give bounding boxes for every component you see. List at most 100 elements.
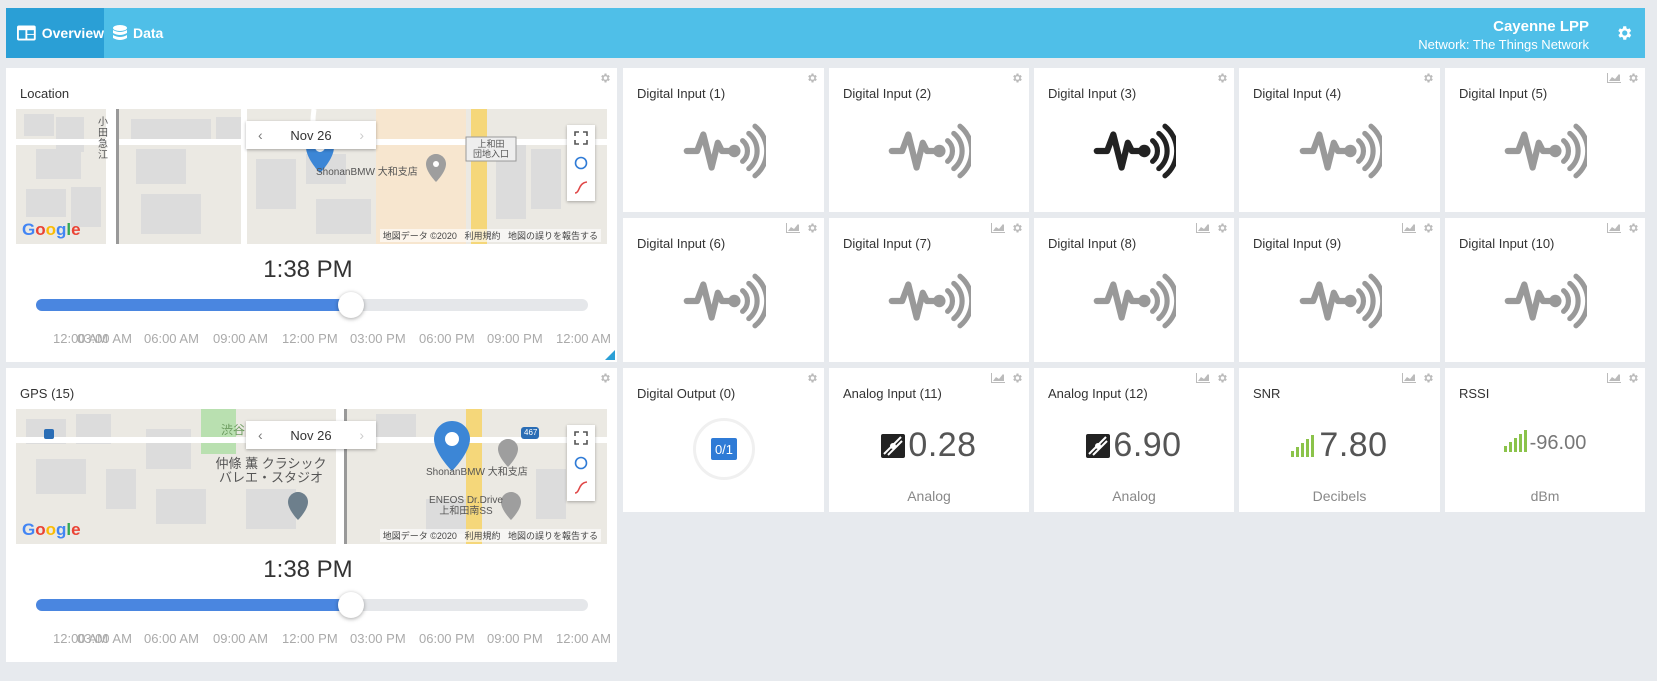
unit-label: Decibels [1312, 488, 1367, 504]
widget-gear-icon[interactable] [599, 372, 611, 384]
digital-output-widget[interactable]: Digital Output (0) 0/1 [623, 368, 824, 512]
report-link[interactable]: 地図の誤りを報告する [508, 531, 598, 541]
digital-input-widget[interactable]: Digital Input (8) [1034, 218, 1234, 362]
terms-link[interactable]: 利用規約 [464, 531, 500, 541]
fullscreen-icon[interactable] [574, 131, 588, 145]
widget-title: SNR [1253, 386, 1281, 401]
slider-fill [36, 299, 351, 311]
settings-gear-icon[interactable] [1615, 24, 1633, 42]
output-toggle[interactable]: 0/1 [693, 418, 755, 480]
analog-gauge-icon [881, 433, 906, 458]
digital-input-widget[interactable]: Digital Input (2) [829, 68, 1029, 212]
digital-input-widget[interactable]: Digital Input (1) [623, 68, 824, 212]
chart-icon[interactable] [991, 223, 1005, 233]
widget-gear-icon[interactable] [1422, 372, 1434, 384]
chart-icon[interactable] [1402, 373, 1416, 383]
time-slider[interactable] [36, 592, 588, 618]
widget-gear-icon[interactable] [1011, 72, 1023, 84]
widget-title: Digital Input (1) [637, 86, 726, 101]
map-attribution: 地図データ ©2020 利用規約 地図の誤りを報告する [379, 229, 601, 242]
digital-input-widget[interactable]: Digital Input (5) [1445, 68, 1645, 212]
date-label: Nov 26 [290, 127, 332, 143]
location-map[interactable]: ShonanBMW 大和支店 上和田 団地入口 小田急江 ‹ Nov 26 › … [16, 109, 607, 244]
chart-icon[interactable] [991, 373, 1005, 383]
rssi-value: -96.00 [1529, 432, 1587, 454]
unit-label: Analog [1112, 488, 1156, 504]
chart-icon[interactable] [1196, 373, 1210, 383]
map-attribution: 地図データ ©2020 利用規約 地図の誤りを報告する [379, 529, 601, 542]
chart-icon[interactable] [786, 223, 800, 233]
widget-gear-icon[interactable] [1011, 372, 1023, 384]
widget-gear-icon[interactable] [806, 222, 818, 234]
rssi-widget[interactable]: RSSI -96.00 dBm [1445, 368, 1645, 512]
widget-title: Analog Input (12) [1048, 386, 1148, 401]
widget-title: Digital Input (5) [1459, 86, 1548, 101]
widget-gear-icon[interactable] [1627, 72, 1639, 84]
widget-gear-icon[interactable] [1216, 222, 1228, 234]
path-tool-icon[interactable] [574, 480, 588, 494]
signal-wave-icon [1503, 270, 1587, 332]
unit-label: dBm [1530, 488, 1560, 504]
widget-gear-icon[interactable] [1216, 72, 1228, 84]
chevron-left-icon[interactable]: ‹ [258, 427, 263, 443]
widget-title: Digital Input (8) [1048, 236, 1137, 251]
slider-knob[interactable] [337, 592, 364, 618]
digital-input-widget[interactable]: Digital Input (3) [1034, 68, 1234, 212]
widget-gear-icon[interactable] [806, 72, 818, 84]
map-place-label: 上和田 団地入口 [472, 139, 509, 159]
date-label: Nov 26 [290, 427, 332, 443]
circle-tool-icon[interactable] [574, 156, 588, 170]
digital-input-widget[interactable]: Digital Input (9) [1239, 218, 1440, 362]
chevron-right-icon[interactable]: › [359, 427, 364, 443]
date-picker[interactable]: ‹ Nov 26 › [246, 421, 376, 449]
tab-overview[interactable]: Overview [6, 8, 104, 58]
signal-wave-icon [682, 120, 766, 182]
unit-label: Analog [907, 488, 951, 504]
analog-input-widget[interactable]: Analog Input (11) 0.28 Analog [829, 368, 1029, 512]
snr-widget[interactable]: SNR 7.80 Decibels [1239, 368, 1440, 512]
circle-tool-icon[interactable] [574, 456, 588, 470]
analog-input-widget[interactable]: Analog Input (12) 6.90 Analog [1034, 368, 1234, 512]
gps-map[interactable]: ShonanBMW 大和支店 仲條 薫 クラシック バレエ・スタジオ ENEOS… [16, 409, 607, 544]
digital-input-widget[interactable]: Digital Input (4) [1239, 68, 1440, 212]
resize-handle[interactable] [605, 350, 615, 360]
slider-knob[interactable] [337, 292, 364, 318]
brand-block: Cayenne LPP Network: The Things Network [1418, 18, 1589, 52]
widget-gear-icon[interactable] [1422, 222, 1434, 234]
map-tools [567, 125, 595, 201]
widget-title: Location [20, 86, 70, 101]
time-slider[interactable] [36, 292, 588, 318]
chevron-right-icon[interactable]: › [359, 127, 364, 143]
chart-icon[interactable] [1607, 223, 1621, 233]
widget-gear-icon[interactable] [1627, 372, 1639, 384]
map-place-label: ShonanBMW 大和支店 [426, 467, 528, 478]
widget-gear-icon[interactable] [806, 372, 818, 384]
map-place-label: ENEOS Dr.Drive 上和田南SS [429, 495, 503, 517]
chart-icon[interactable] [1607, 373, 1621, 383]
signal-wave-icon [682, 270, 766, 332]
widget-title: Digital Output (0) [637, 386, 736, 401]
digital-input-widget[interactable]: Digital Input (6) [623, 218, 824, 362]
chevron-left-icon[interactable]: ‹ [258, 127, 263, 143]
widget-gear-icon[interactable] [599, 72, 611, 84]
widget-gear-icon[interactable] [1216, 372, 1228, 384]
chart-icon[interactable] [1196, 223, 1210, 233]
widget-gear-icon[interactable] [1422, 72, 1434, 84]
widget-gear-icon[interactable] [1627, 222, 1639, 234]
widget-title: Digital Input (3) [1048, 86, 1137, 101]
tab-data[interactable]: Data [104, 8, 174, 58]
chart-icon[interactable] [1607, 73, 1621, 83]
signal-wave-icon [1503, 120, 1587, 182]
fullscreen-icon[interactable] [574, 431, 588, 445]
path-tool-icon[interactable] [574, 180, 588, 194]
widget-gear-icon[interactable] [1011, 222, 1023, 234]
chart-icon[interactable] [1402, 223, 1416, 233]
digital-input-widget[interactable]: Digital Input (10) [1445, 218, 1645, 362]
value-row: 7.80 [1239, 426, 1440, 465]
digital-input-widget[interactable]: Digital Input (7) [829, 218, 1029, 362]
terms-link[interactable]: 利用規約 [464, 231, 500, 241]
widget-title: Digital Input (2) [843, 86, 932, 101]
widget-title: GPS (15) [20, 386, 75, 401]
report-link[interactable]: 地図の誤りを報告する [508, 231, 598, 241]
date-picker[interactable]: ‹ Nov 26 › [246, 121, 376, 149]
